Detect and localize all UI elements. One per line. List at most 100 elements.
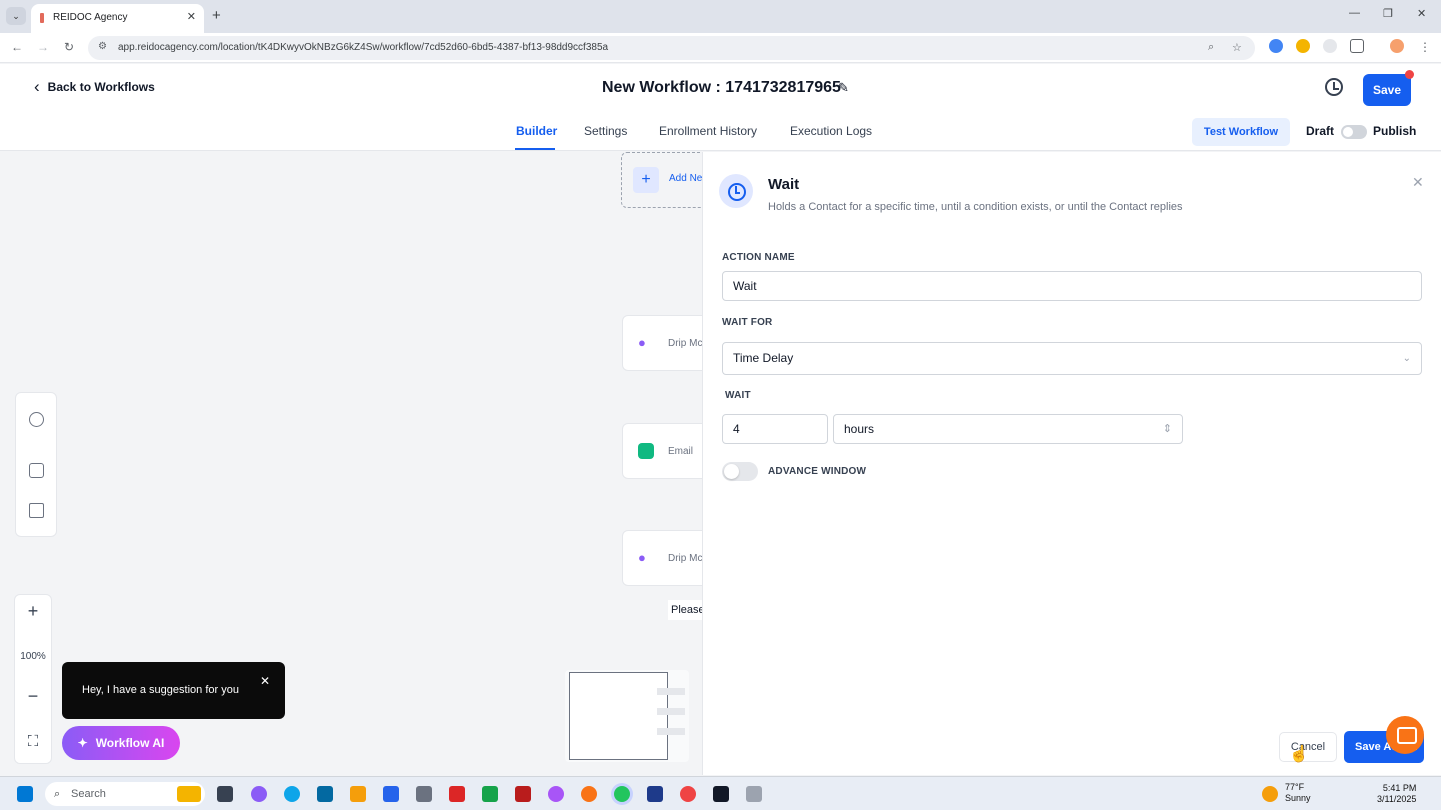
forward-arrow-icon[interactable]: → [37, 40, 49, 54]
publish-toggle[interactable] [1341, 125, 1367, 139]
canvas-note-text: Please [668, 600, 702, 620]
site-info-icon[interactable]: ⚙ [98, 41, 107, 52]
fit-screen-icon[interactable]: ⛶ [15, 733, 51, 750]
wait-for-value: Time Delay [733, 351, 794, 365]
app-icon[interactable] [647, 786, 663, 802]
url-text: app.reidocagency.com/location/tK4DKwyvOk… [118, 42, 609, 53]
window-close-icon[interactable]: ✕ [1417, 7, 1426, 20]
tab-builder[interactable]: Builder [516, 124, 557, 138]
drop-icon: ● [638, 550, 646, 565]
comment-icon[interactable] [29, 463, 44, 478]
close-icon[interactable]: ✕ [1412, 174, 1424, 191]
zoom-controls: + 100% − ⛶ [14, 594, 52, 764]
advance-window-toggle[interactable] [722, 462, 758, 481]
workflow-ai-button[interactable]: ✦ Workflow AI [62, 726, 180, 760]
browser-menu-icon[interactable]: ⋮ [1419, 40, 1431, 54]
weather-desc: Sunny [1285, 793, 1311, 803]
workflow-ai-label: Workflow AI [95, 736, 165, 750]
wait-for-select[interactable]: Time Delay ⌄ [722, 342, 1422, 375]
extension-icon[interactable] [1269, 39, 1283, 53]
workflow-node-drip[interactable]: ● Drip Mc [622, 315, 702, 371]
publish-label: Publish [1373, 124, 1417, 138]
clock-time: 5:41 PM [1382, 783, 1417, 793]
canvas-side-tools [15, 392, 57, 537]
action-name-input[interactable]: Wait [722, 271, 1422, 301]
excel-icon[interactable] [482, 786, 498, 802]
sticky-note-icon[interactable] [29, 503, 44, 518]
restore-icon[interactable]: ❐ [1383, 7, 1393, 20]
extensions-puzzle-icon[interactable] [1350, 39, 1364, 53]
os-taskbar: ⌕ Search 77°F Sunny 5:41 PM 3/11/2025 [0, 776, 1441, 810]
minimap-viewport[interactable] [569, 672, 668, 760]
zoom-icon[interactable]: ⌕ [1208, 41, 1214, 54]
wait-label: WAIT [725, 390, 751, 401]
canvas-minimap[interactable] [565, 670, 689, 762]
browser-tabstrip: ⌄ REIDOC Agency ✕ + — ❐ ✕ [0, 0, 1441, 33]
tab-search-icon[interactable]: ⌄ [6, 7, 26, 25]
firefox-icon[interactable] [581, 786, 597, 802]
sparkle-icon: ✦ [77, 736, 88, 750]
test-workflow-button[interactable]: Test Workflow [1192, 118, 1290, 146]
slack-icon[interactable] [548, 786, 564, 802]
stats-pie-icon[interactable] [29, 412, 44, 427]
workflow-node-email[interactable]: Email [622, 423, 702, 479]
node-label: Email [668, 446, 694, 457]
tab-close-icon[interactable]: ✕ [187, 10, 196, 23]
workflow-canvas[interactable]: + Add Ne ● Drip Mc Email ● Drip Mc Pleas… [0, 152, 702, 775]
tab-settings[interactable]: Settings [584, 124, 627, 138]
weather-widget-icon[interactable] [177, 786, 201, 802]
email-icon [638, 443, 654, 459]
minimize-icon[interactable]: — [1349, 7, 1360, 19]
plus-icon: + [633, 167, 659, 193]
wait-for-label: WAIT FOR [722, 317, 773, 328]
weather-sun-icon[interactable] [1262, 786, 1278, 802]
favicon-icon [40, 13, 44, 23]
wait-unit-select[interactable]: hours ⇕ [833, 414, 1183, 444]
advance-window-label: ADVANCE WINDOW [768, 466, 867, 477]
back-to-workflows-link[interactable]: ‹ Back to Workflows [34, 78, 155, 95]
chrome-icon[interactable] [614, 786, 630, 802]
file-explorer-icon[interactable] [350, 786, 366, 802]
tab-execution-logs[interactable]: Execution Logs [790, 124, 872, 138]
save-button[interactable]: Save [1363, 74, 1411, 106]
powerpoint-icon[interactable] [449, 786, 465, 802]
extension-icon[interactable] [1323, 39, 1337, 53]
reload-icon[interactable]: ↻ [64, 40, 74, 54]
back-label: Back to Workflows [47, 80, 155, 94]
browser-tab[interactable]: REIDOC Agency ✕ [31, 4, 204, 33]
tab-enrollment-history[interactable]: Enrollment History [659, 124, 757, 138]
page-title: New Workflow : 1741732817965 [602, 79, 841, 96]
edit-pencil-icon[interactable]: ✎ [838, 80, 849, 96]
outlook-icon[interactable] [317, 786, 333, 802]
profile-avatar[interactable] [1390, 39, 1404, 53]
add-node-label: Add Ne [669, 173, 702, 184]
windows-start-icon[interactable] [17, 786, 33, 802]
task-view-icon[interactable] [217, 786, 233, 802]
address-bar[interactable]: ⚙ app.reidocagency.com/location/tK4DKwyv… [88, 36, 1255, 60]
unsaved-indicator-dot [1405, 70, 1414, 79]
support-chat-icon[interactable] [1386, 716, 1424, 754]
zoom-in-icon[interactable]: + [15, 601, 51, 622]
workflow-node-drip[interactable]: ● Drip Mc [622, 530, 702, 586]
add-new-trigger-node[interactable]: + Add Ne [621, 152, 702, 208]
sticky-notes-icon[interactable] [713, 786, 729, 802]
browser-toolbar: ← → ↻ ⚙ app.reidocagency.com/location/tK… [0, 33, 1441, 63]
close-icon[interactable]: ✕ [260, 674, 270, 688]
edge-icon[interactable] [284, 786, 300, 802]
weather-readout: 77°F Sunny [1285, 782, 1311, 804]
wait-amount-input[interactable]: 4 [722, 414, 828, 444]
app-icon[interactable] [680, 786, 696, 802]
bookmark-star-icon[interactable]: ☆ [1232, 41, 1242, 54]
copilot-icon[interactable] [251, 786, 267, 802]
back-arrow-icon[interactable]: ← [11, 40, 23, 54]
history-icon[interactable] [1325, 78, 1343, 96]
app-z-icon[interactable] [515, 786, 531, 802]
node-label: Drip Mc [668, 553, 702, 564]
calculator-icon[interactable] [416, 786, 432, 802]
new-tab-icon[interactable]: + [212, 7, 221, 24]
extension-icon[interactable] [1296, 39, 1310, 53]
app-icon[interactable] [746, 786, 762, 802]
system-clock[interactable]: 5:41 PM 3/11/2025 [1377, 783, 1416, 805]
word-icon[interactable] [383, 786, 399, 802]
zoom-out-icon[interactable]: − [15, 686, 51, 707]
